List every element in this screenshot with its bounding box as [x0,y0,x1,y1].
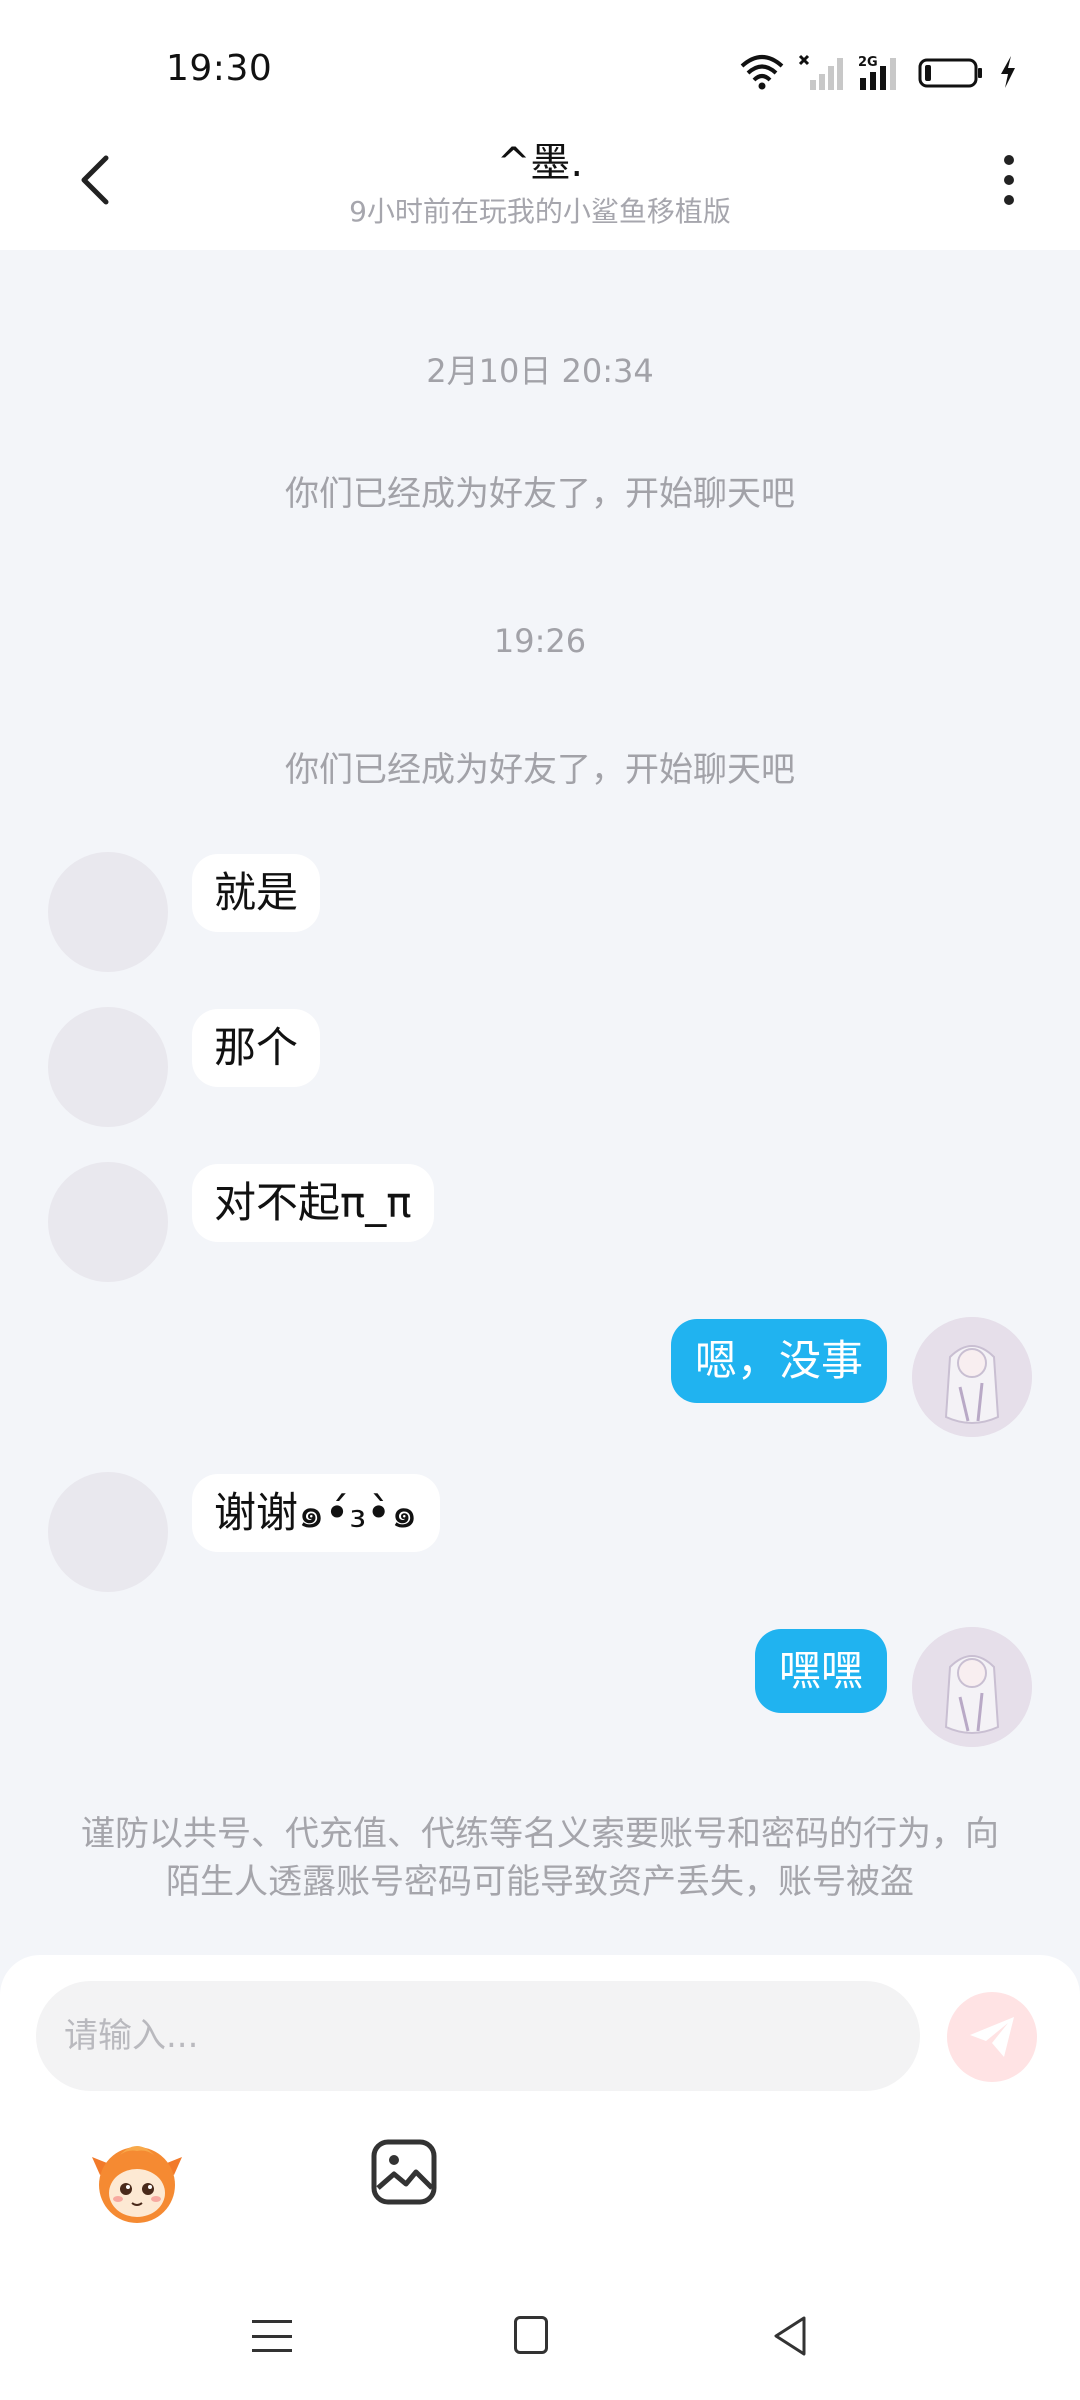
signal-no-service-icon [798,54,843,90]
avatar[interactable] [48,1162,168,1282]
timestamp: 19:26 [493,622,587,660]
network-type-label: 2G [858,55,878,70]
system-navigation-bar [0,2290,1080,2400]
image-button[interactable] [370,2138,438,2206]
security-warning: 谨防以共号、代充值、代练等名义索要账号和密码的行为，向陌生人透露账号密码可能导致… [81,1814,999,1902]
message-row: 嗯，没事 [0,1317,1080,1447]
avatar[interactable] [48,1007,168,1127]
avatar[interactable] [912,1317,1032,1437]
more-options-button[interactable] [994,150,1024,210]
paper-plane-icon [970,2017,1014,2057]
sticker-button[interactable] [90,2135,184,2229]
message-row: 对不起π_π [0,1162,1080,1292]
anime-avatar-icon [912,1627,1032,1747]
message-row: 谢谢๑•́₃•̀๑ [0,1472,1080,1602]
message-input[interactable] [36,1981,920,2091]
timestamp: 2月10日 20:34 [426,352,654,390]
chat-message-list[interactable]: 2月10日 20:34 你们已经成为好友了，开始聊天吧 19:26 你们已经成为… [0,250,1080,1960]
received-message-bubble[interactable]: 那个 [192,1009,321,1087]
contact-name: ^墨. [496,140,584,186]
chat-header: ^墨. 9小时前在玩我的小鲨鱼移植版 [0,120,1080,250]
home-button[interactable] [514,2316,548,2354]
message-row: 嘿嘿 [0,1627,1080,1757]
triangle-back-icon [774,2316,806,2356]
system-message: 你们已经成为好友了，开始聊天吧 [285,474,795,514]
image-icon [371,2139,437,2205]
menu-icon [252,2320,292,2323]
signal-2g-icon: 2G [858,55,896,90]
mascot-sticker-icon [92,2146,182,2223]
sent-message-bubble[interactable]: 嘿嘿 [754,1629,887,1713]
avatar[interactable] [912,1627,1032,1747]
system-back-button[interactable] [770,2314,810,2358]
status-icons: 2G [740,48,1018,96]
avatar[interactable] [48,852,168,972]
message-row: 那个 [0,1007,1080,1137]
avatar[interactable] [48,1472,168,1592]
received-message-bubble[interactable]: 就是 [192,854,321,932]
status-time: 19:30 [166,48,273,89]
send-button[interactable] [947,1992,1037,2082]
sent-message-bubble[interactable]: 嗯，没事 [670,1319,887,1403]
contact-activity-status: 9小时前在玩我的小鲨鱼移植版 [349,195,731,228]
status-bar: 19:30 2G [0,0,1080,120]
system-message: 你们已经成为好友了，开始聊天吧 [285,750,795,790]
received-message-bubble[interactable]: 谢谢๑•́₃•̀๑ [192,1474,440,1552]
anime-avatar-icon [912,1317,1032,1437]
more-vertical-icon [1004,155,1014,165]
battery-icon [918,58,982,88]
message-row: 就是 [0,852,1080,982]
wifi-icon [740,55,784,90]
recent-apps-button[interactable] [252,2316,292,2356]
received-message-bubble[interactable]: 对不起π_π [192,1164,434,1242]
charging-icon [1001,56,1015,88]
